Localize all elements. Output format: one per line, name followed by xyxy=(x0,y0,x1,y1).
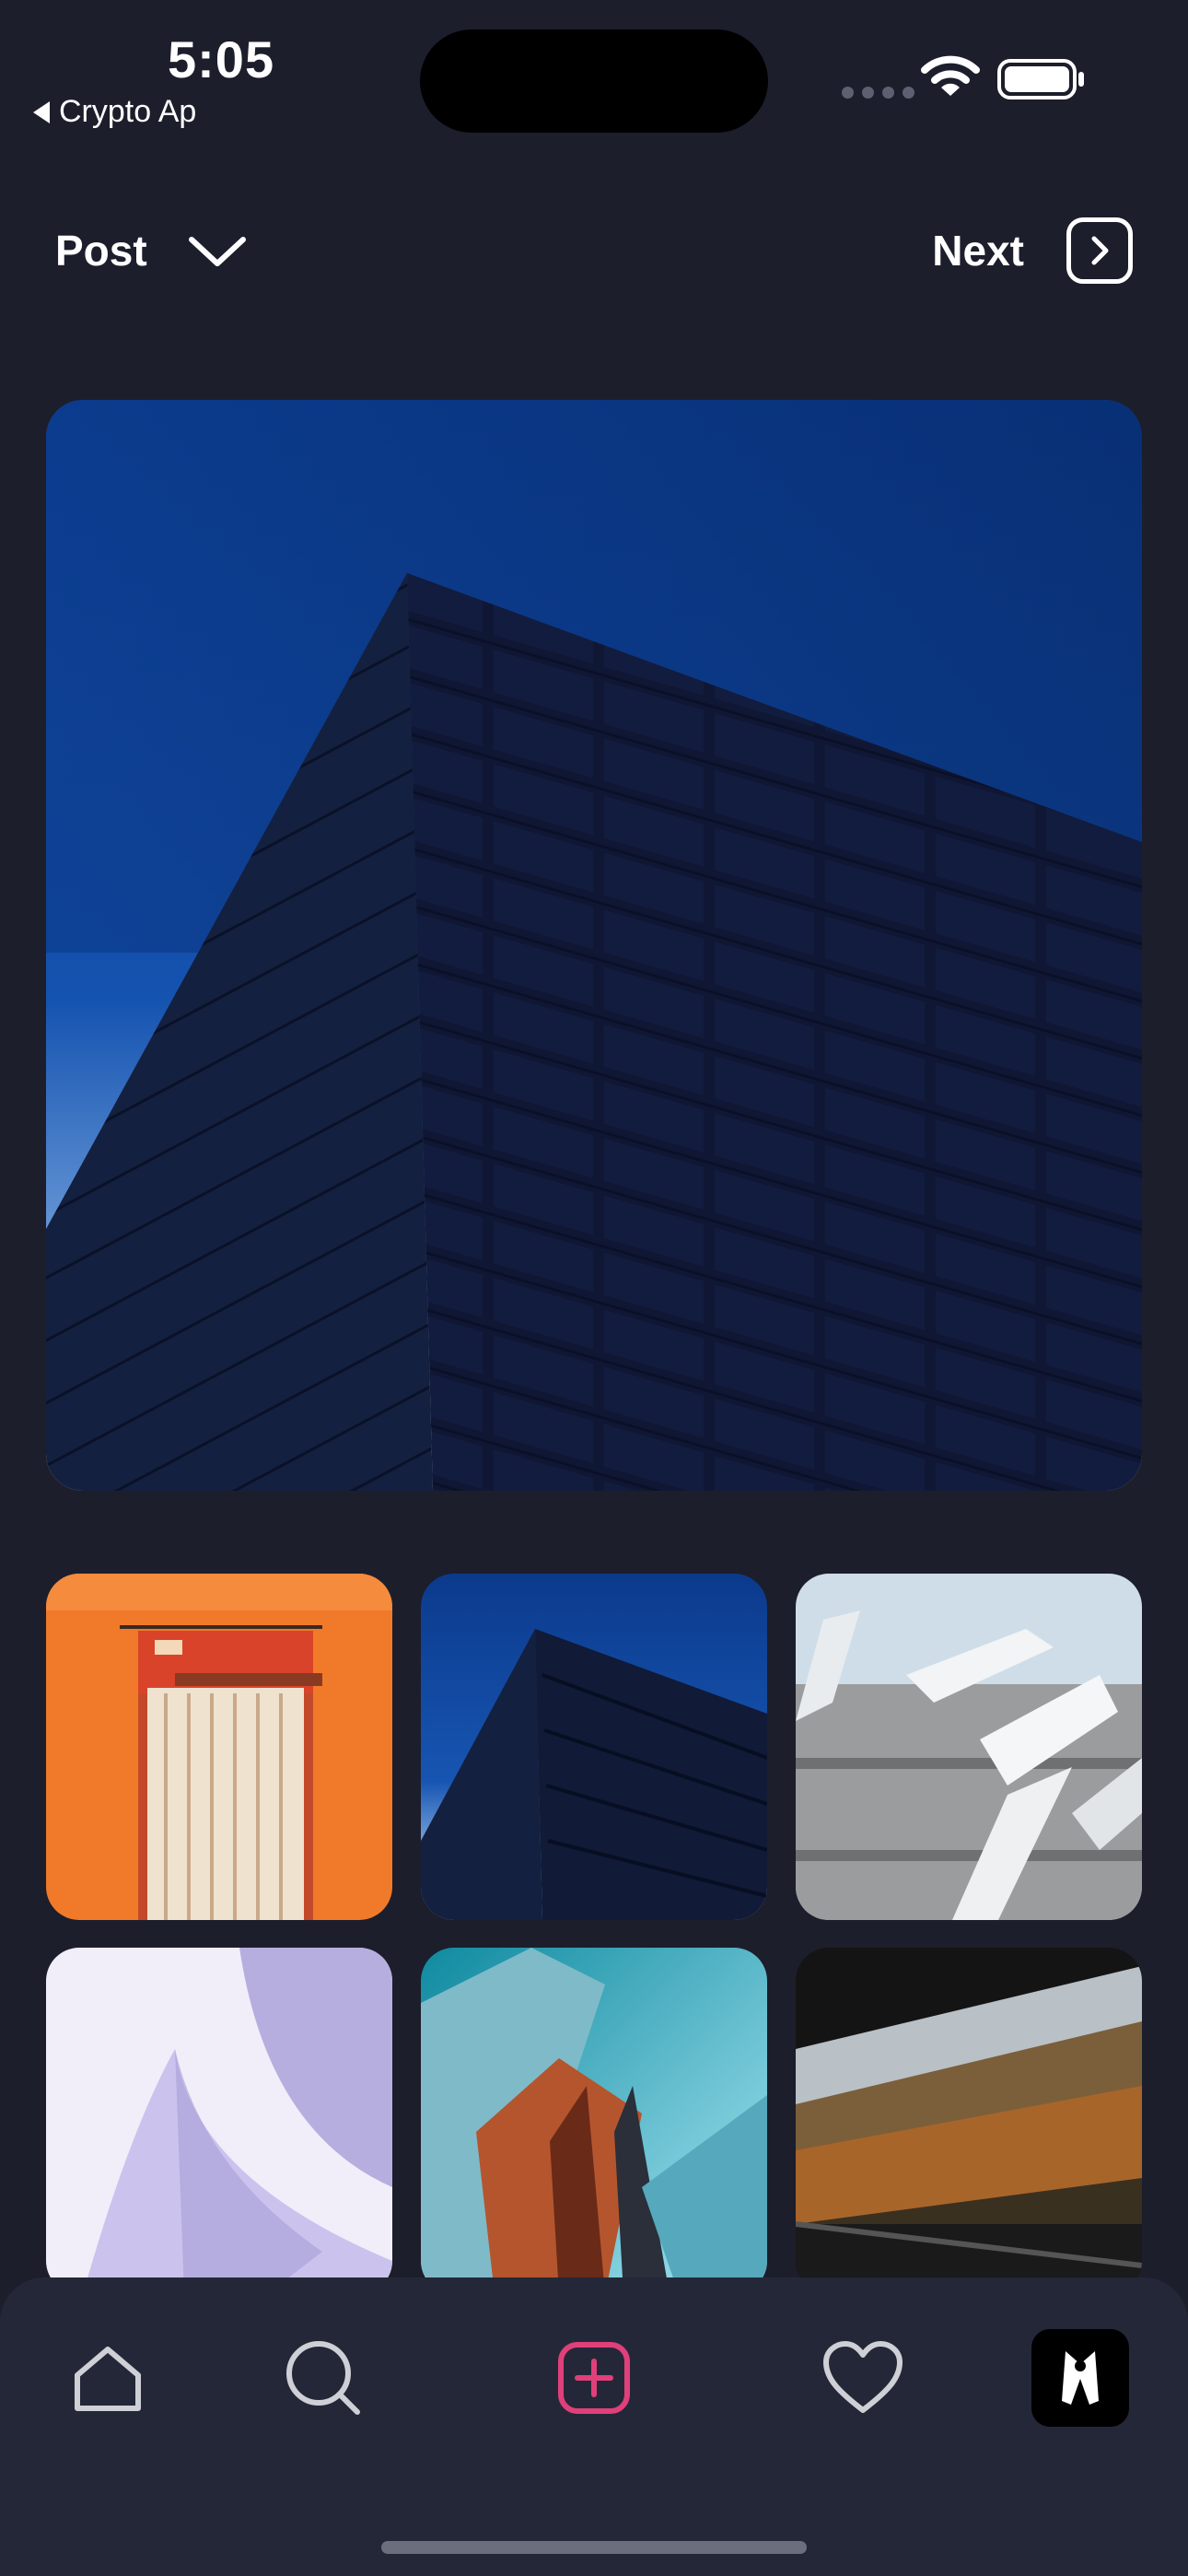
tab-likes[interactable] xyxy=(812,2327,914,2429)
plus-square-icon xyxy=(558,2342,630,2414)
back-arrow-icon xyxy=(33,100,50,123)
tab-search[interactable] xyxy=(273,2327,374,2429)
back-to-app-link[interactable]: Crypto Ap xyxy=(33,94,196,130)
avatar xyxy=(1031,2329,1129,2427)
search-icon xyxy=(286,2341,360,2415)
bottom-tab-bar xyxy=(0,2277,1188,2576)
selected-photo-preview xyxy=(46,400,1142,1491)
post-type-dropdown[interactable]: Post xyxy=(55,226,247,275)
gallery-thumb-orange-doorway[interactable] xyxy=(46,1574,392,1920)
gallery-thumb-autumn-forest[interactable] xyxy=(796,1948,1142,2294)
back-app-label: Crypto Ap xyxy=(59,94,197,129)
battery-icon xyxy=(997,59,1084,100)
cellular-signal-icon xyxy=(842,87,914,99)
tab-profile[interactable] xyxy=(1030,2327,1131,2429)
tab-create-post[interactable] xyxy=(543,2327,645,2429)
gallery-thumb-teal-architecture[interactable] xyxy=(421,1948,767,2294)
status-time: 5:05 xyxy=(168,30,275,88)
wifi-icon xyxy=(921,55,980,96)
chevron-right-icon xyxy=(1066,217,1133,284)
gallery-thumb-lavender-curves[interactable] xyxy=(46,1948,392,2294)
home-icon xyxy=(75,2347,141,2411)
gallery-thumb-blue-building[interactable] xyxy=(421,1574,767,1920)
next-button[interactable]: Next xyxy=(932,217,1133,284)
tab-home[interactable] xyxy=(57,2327,158,2429)
dynamic-island xyxy=(420,29,768,133)
gallery-thumb-white-beams[interactable] xyxy=(796,1574,1142,1920)
heart-icon xyxy=(823,2341,903,2413)
page-title: Post xyxy=(55,227,147,275)
next-label: Next xyxy=(932,227,1024,275)
home-indicator xyxy=(381,2541,807,2554)
chevron-down-icon xyxy=(188,237,246,266)
